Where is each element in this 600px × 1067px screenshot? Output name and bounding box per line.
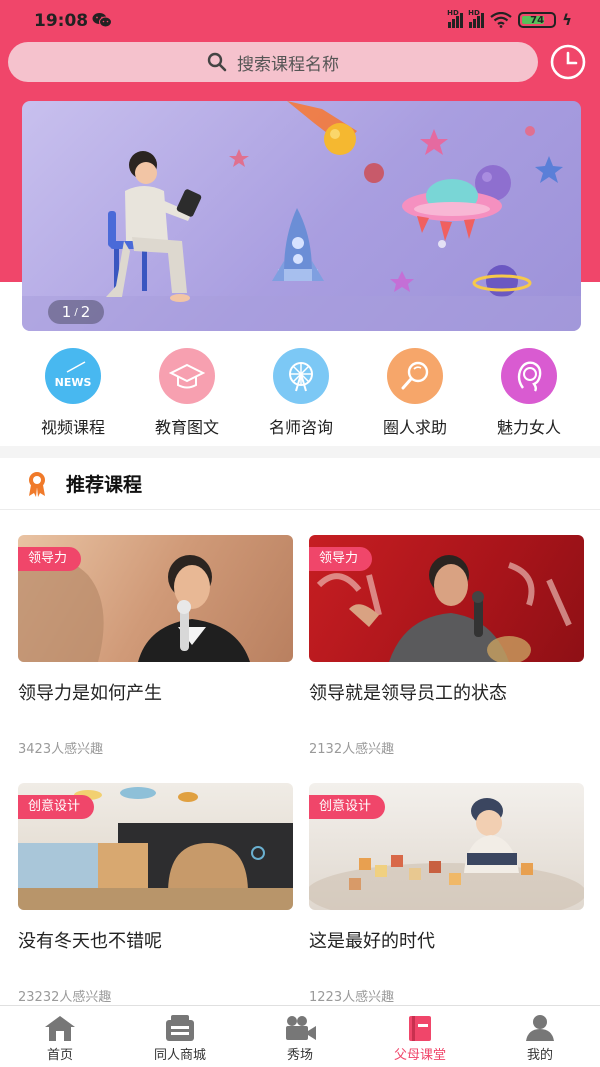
category-education-article[interactable]: 教育图文 (130, 342, 244, 446)
search-icon (207, 52, 227, 72)
course-interest-count: 23232人感兴趣 (18, 990, 112, 1005)
course-title: 没有冬天也不错呢 (18, 931, 162, 952)
ferris-wheel-icon (273, 348, 329, 404)
course-thumbnail: 领导力 (309, 535, 584, 662)
banner-page-indicator: 1/2 (48, 300, 104, 324)
medal-icon (29, 471, 45, 497)
course-card[interactable]: 领导力 领导就是领导员工的状态 2132人感兴趣 (309, 535, 584, 757)
course-title: 领导就是领导员工的状态 (309, 683, 507, 704)
user-icon (526, 1015, 554, 1041)
category-label: 圈人求助 (382, 418, 447, 437)
course-thumbnail: 创意设计 (309, 783, 584, 910)
category-charming-woman[interactable]: 魅力女人 (472, 342, 586, 446)
history-clock-icon[interactable] (549, 43, 587, 81)
charging-icon: ϟ (562, 11, 572, 29)
magnifier-icon (387, 348, 443, 404)
search-placeholder: 搜索课程名称 (237, 54, 339, 75)
section-divider (0, 446, 600, 458)
course-interest-count: 1223人感兴趣 (309, 990, 395, 1005)
status-time: 19:08 (34, 11, 89, 31)
wechat-icon (92, 13, 112, 28)
course-tag: 领导力 (309, 547, 373, 571)
signal-icon: HD (468, 9, 485, 28)
category-label: 名师咨询 (268, 418, 333, 437)
category-grid: NEWS 视频课程 教育图文 名师咨询 圈人求助 魅力女人 (0, 342, 600, 446)
status-bar: 19:08 HD HD 74 ϟ (0, 0, 600, 40)
signal-icon: HD (447, 9, 464, 28)
category-label: 视频课程 (40, 418, 105, 437)
course-card[interactable]: 领导力 领导力是如何产生 3423人感兴趣 (18, 535, 293, 757)
course-card[interactable]: 创意设计 这是最好的时代 1223人感兴趣 (309, 783, 584, 1005)
course-title: 领导力是如何产生 (18, 683, 162, 704)
course-tag: 领导力 (18, 547, 82, 571)
tab-store[interactable]: 同人商城 (120, 1006, 240, 1067)
bottom-tab-bar: 首页 同人商城 秀场 父母课堂 我的 (0, 1005, 600, 1067)
category-video-course[interactable]: NEWS 视频课程 (16, 342, 130, 446)
search-input[interactable]: 搜索课程名称 (8, 42, 538, 82)
tab-profile[interactable]: 我的 (480, 1006, 600, 1067)
tab-show[interactable]: 秀场 (240, 1006, 360, 1067)
course-title: 这是最好的时代 (309, 931, 435, 952)
wifi-icon (490, 12, 512, 28)
course-card[interactable]: 创意设计 没有冬天也不错呢 23232人感兴趣 (18, 783, 293, 1005)
category-label: 魅力女人 (496, 418, 561, 437)
battery-icon: 74 (518, 12, 557, 28)
category-teacher-consult[interactable]: 名师咨询 (244, 342, 358, 446)
banner-illustration (22, 101, 581, 331)
tab-home[interactable]: 首页 (0, 1006, 120, 1067)
book-icon (409, 1016, 431, 1041)
news-icon: NEWS (45, 348, 101, 404)
course-interest-count: 3423人感兴趣 (18, 742, 104, 757)
svg-text:NEWS: NEWS (55, 376, 92, 389)
status-icons: HD HD 74 ϟ (447, 9, 572, 29)
woman-icon (501, 348, 557, 404)
banner-carousel[interactable] (22, 101, 581, 331)
recommended-section-header: 推荐课程 (0, 458, 600, 510)
course-interest-count: 2132人感兴趣 (309, 742, 395, 757)
course-thumbnail: 领导力 (18, 535, 293, 662)
category-circle-help[interactable]: 圈人求助 (358, 342, 472, 446)
graduation-cap-icon (159, 348, 215, 404)
store-icon (166, 1015, 194, 1041)
course-tag: 创意设计 (18, 795, 95, 819)
home-icon (45, 1016, 75, 1041)
section-title: 推荐课程 (66, 474, 143, 496)
category-label: 教育图文 (154, 418, 219, 437)
tab-parent-class[interactable]: 父母课堂 (360, 1006, 480, 1067)
course-tag: 创意设计 (309, 795, 386, 819)
course-thumbnail: 创意设计 (18, 783, 293, 910)
video-camera-icon (286, 1016, 316, 1040)
